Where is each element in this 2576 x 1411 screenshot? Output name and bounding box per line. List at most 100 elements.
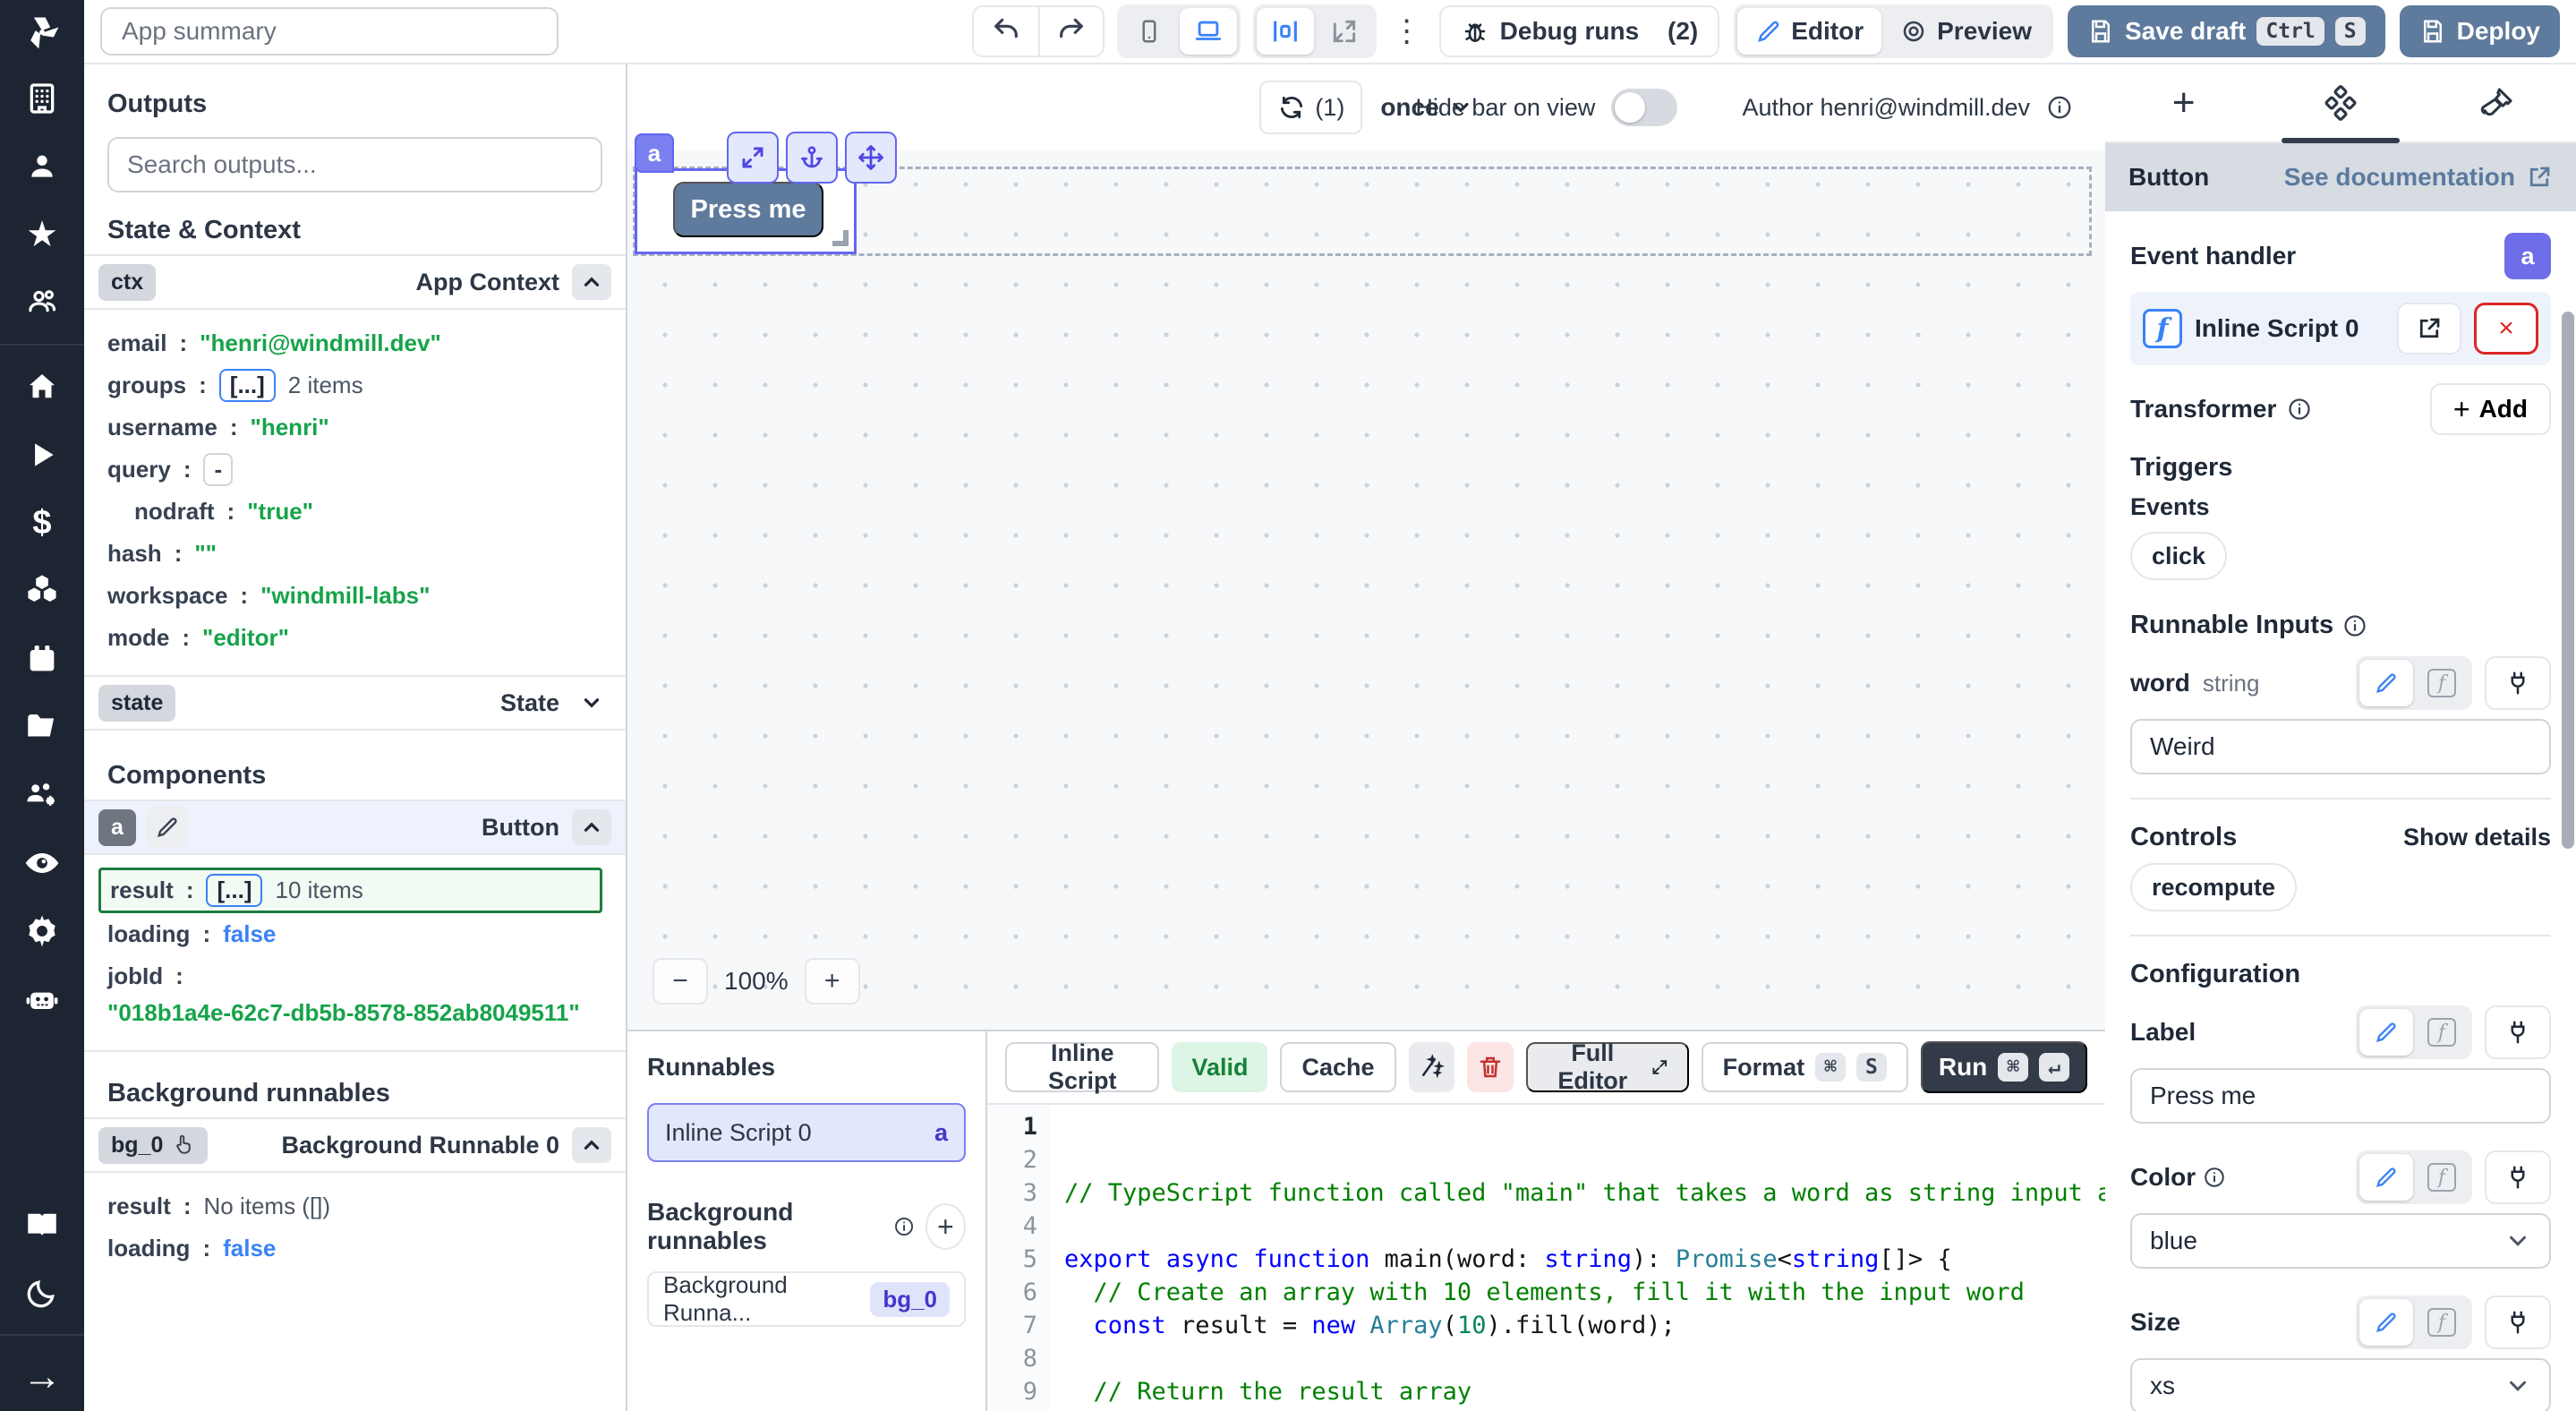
state-expand-chevron-icon[interactable] bbox=[572, 685, 611, 721]
bg0-loading-row[interactable]: loading:false bbox=[107, 1227, 602, 1270]
connect-plug-icon[interactable] bbox=[2485, 1296, 2551, 1349]
canvas-grid[interactable]: a Press me − 100% + bbox=[627, 150, 2105, 1030]
search-outputs-input[interactable] bbox=[107, 137, 602, 192]
ctx-collapse-chevron-icon[interactable] bbox=[572, 264, 611, 300]
ai-assist-wand-icon[interactable] bbox=[1409, 1042, 1455, 1092]
desktop-view-button[interactable] bbox=[1180, 8, 1237, 55]
mobile-view-button[interactable] bbox=[1121, 8, 1178, 55]
zoom-out-button[interactable]: − bbox=[653, 958, 708, 1005]
static-pencil-icon[interactable] bbox=[2359, 1154, 2413, 1201]
add-bg-runnable-button[interactable]: + bbox=[925, 1203, 966, 1250]
empty-object-token[interactable]: - bbox=[203, 453, 233, 486]
press-me-button[interactable]: Press me bbox=[673, 182, 823, 237]
bg-runnable-item[interactable]: Background Runna... bg_0 bbox=[647, 1271, 966, 1327]
edit-id-pencil-icon[interactable] bbox=[147, 807, 188, 848]
runs-play-icon[interactable] bbox=[0, 421, 84, 489]
move-handle[interactable] bbox=[845, 132, 897, 184]
inline-script-item[interactable]: Inline Script 0 a bbox=[647, 1103, 966, 1162]
info-icon[interactable] bbox=[2046, 94, 2073, 121]
info-icon[interactable] bbox=[893, 1214, 915, 1239]
info-icon[interactable] bbox=[2342, 613, 2367, 638]
hide-bar-toggle[interactable] bbox=[1611, 89, 1677, 126]
ctx-section-header[interactable]: ctx App Context bbox=[84, 254, 626, 310]
ctx-row-mode[interactable]: mode:"editor" bbox=[107, 617, 602, 659]
expand-handle[interactable] bbox=[727, 132, 779, 184]
color-select[interactable]: blue bbox=[2130, 1213, 2551, 1269]
windmill-logo[interactable] bbox=[0, 0, 84, 64]
more-options-kebab[interactable]: ⋮ bbox=[1389, 13, 1425, 49]
schedules-calendar-icon[interactable] bbox=[0, 625, 84, 693]
show-details-link[interactable]: Show details bbox=[2403, 824, 2551, 851]
recompute-pill[interactable]: recompute bbox=[2130, 863, 2297, 911]
run-button[interactable]: Run ⌘ ↵ bbox=[1921, 1041, 2087, 1093]
remove-script-button[interactable]: × bbox=[2474, 303, 2538, 355]
audit-eye-icon[interactable] bbox=[0, 829, 84, 897]
ctx-row-username[interactable]: username:"henri" bbox=[107, 406, 602, 449]
component-a-header[interactable]: a Button bbox=[84, 800, 626, 855]
cache-button[interactable]: Cache bbox=[1280, 1042, 1395, 1092]
delete-script-trash-icon[interactable] bbox=[1467, 1042, 1514, 1092]
ctx-row-groups[interactable]: groups:[...]2 items bbox=[107, 364, 602, 406]
editor-tab[interactable]: Editor bbox=[1737, 8, 1881, 55]
bg0-section-header[interactable]: bg_0 Background Runnable 0 bbox=[84, 1117, 626, 1173]
ctx-row-nodraft[interactable]: nodraft:"true" bbox=[107, 491, 602, 533]
expand-array-token[interactable]: [...] bbox=[206, 874, 262, 907]
deploy-button[interactable]: Deploy bbox=[2400, 5, 2560, 57]
see-documentation-link[interactable]: See documentation bbox=[2284, 163, 2553, 192]
groups-icon[interactable] bbox=[0, 269, 84, 337]
ctx-row-email[interactable]: email:"henri@windmill.dev" bbox=[107, 322, 602, 364]
format-button[interactable]: Format ⌘ S bbox=[1702, 1042, 1908, 1092]
panel-scrollbar[interactable] bbox=[2562, 312, 2574, 849]
ctx-row-workspace[interactable]: workspace:"windmill-labs" bbox=[107, 575, 602, 617]
home-icon[interactable] bbox=[0, 353, 84, 421]
expression-f-icon[interactable]: f bbox=[2415, 1154, 2469, 1201]
component-settings-tab[interactable] bbox=[2262, 64, 2418, 141]
add-transformer-button[interactable]: +Add bbox=[2430, 383, 2551, 435]
static-pencil-icon[interactable] bbox=[2359, 1299, 2413, 1346]
dark-mode-moon-icon[interactable] bbox=[0, 1259, 84, 1327]
app-summary-input[interactable] bbox=[100, 7, 559, 56]
refresh-app-button[interactable]: (1) bbox=[1259, 81, 1362, 134]
jobid-row[interactable]: jobId: bbox=[107, 955, 602, 997]
selected-component-container[interactable]: a Press me bbox=[635, 168, 857, 254]
ctx-row-hash[interactable]: hash:"" bbox=[107, 533, 602, 575]
expression-f-icon[interactable]: f bbox=[2415, 1009, 2469, 1056]
expression-f-icon[interactable]: f bbox=[2415, 1299, 2469, 1346]
click-event-pill[interactable]: click bbox=[2130, 532, 2227, 580]
open-script-external-icon[interactable] bbox=[2397, 303, 2461, 355]
redo-button[interactable] bbox=[1038, 7, 1103, 56]
user-icon[interactable] bbox=[0, 133, 84, 201]
center-align-button[interactable] bbox=[1257, 8, 1314, 55]
debug-runs-button[interactable]: Debug runs (2) bbox=[1439, 5, 1720, 57]
insert-component-tab[interactable]: + bbox=[2105, 64, 2262, 141]
ctx-row-query[interactable]: query:- bbox=[107, 449, 602, 491]
expand-array-token[interactable]: [...] bbox=[219, 369, 276, 402]
full-editor-button[interactable]: Full Editor bbox=[1526, 1042, 1689, 1092]
info-icon[interactable] bbox=[2203, 1166, 2226, 1189]
bg0-collapse-chevron-icon[interactable] bbox=[572, 1127, 611, 1163]
word-value-input[interactable] bbox=[2130, 719, 2551, 774]
collapse-arrow-icon[interactable]: → bbox=[0, 1343, 84, 1411]
static-pencil-icon[interactable] bbox=[2359, 660, 2413, 706]
zoom-in-button[interactable]: + bbox=[805, 958, 860, 1005]
workers-icon[interactable] bbox=[0, 761, 84, 829]
size-select[interactable]: xs bbox=[2130, 1358, 2551, 1411]
anchor-handle[interactable] bbox=[786, 132, 838, 184]
connect-plug-icon[interactable] bbox=[2485, 1150, 2551, 1204]
code-content[interactable]: // TypeScript function called "main" tha… bbox=[1050, 1105, 2105, 1411]
bg0-result-row[interactable]: result:No items ([]) bbox=[107, 1185, 602, 1227]
label-value-input[interactable] bbox=[2130, 1068, 2551, 1124]
component-a-collapse-chevron-icon[interactable] bbox=[572, 809, 611, 845]
static-pencil-icon[interactable] bbox=[2359, 1009, 2413, 1056]
expression-f-icon[interactable]: f bbox=[2415, 660, 2469, 706]
code-editor[interactable]: 12345678910 // TypeScript function calle… bbox=[987, 1103, 2105, 1411]
loading-row[interactable]: loading:false bbox=[107, 913, 602, 955]
info-icon[interactable] bbox=[2287, 397, 2312, 422]
resize-handle[interactable] bbox=[832, 230, 849, 246]
fullscreen-button[interactable] bbox=[1316, 8, 1373, 55]
workspace-icon[interactable] bbox=[0, 64, 84, 133]
connect-plug-icon[interactable] bbox=[2485, 656, 2551, 710]
favorites-star-icon[interactable]: ★ bbox=[0, 201, 84, 269]
preview-tab[interactable]: Preview bbox=[1881, 8, 2050, 55]
inline-script-tab[interactable]: Inline Script bbox=[1005, 1042, 1159, 1092]
